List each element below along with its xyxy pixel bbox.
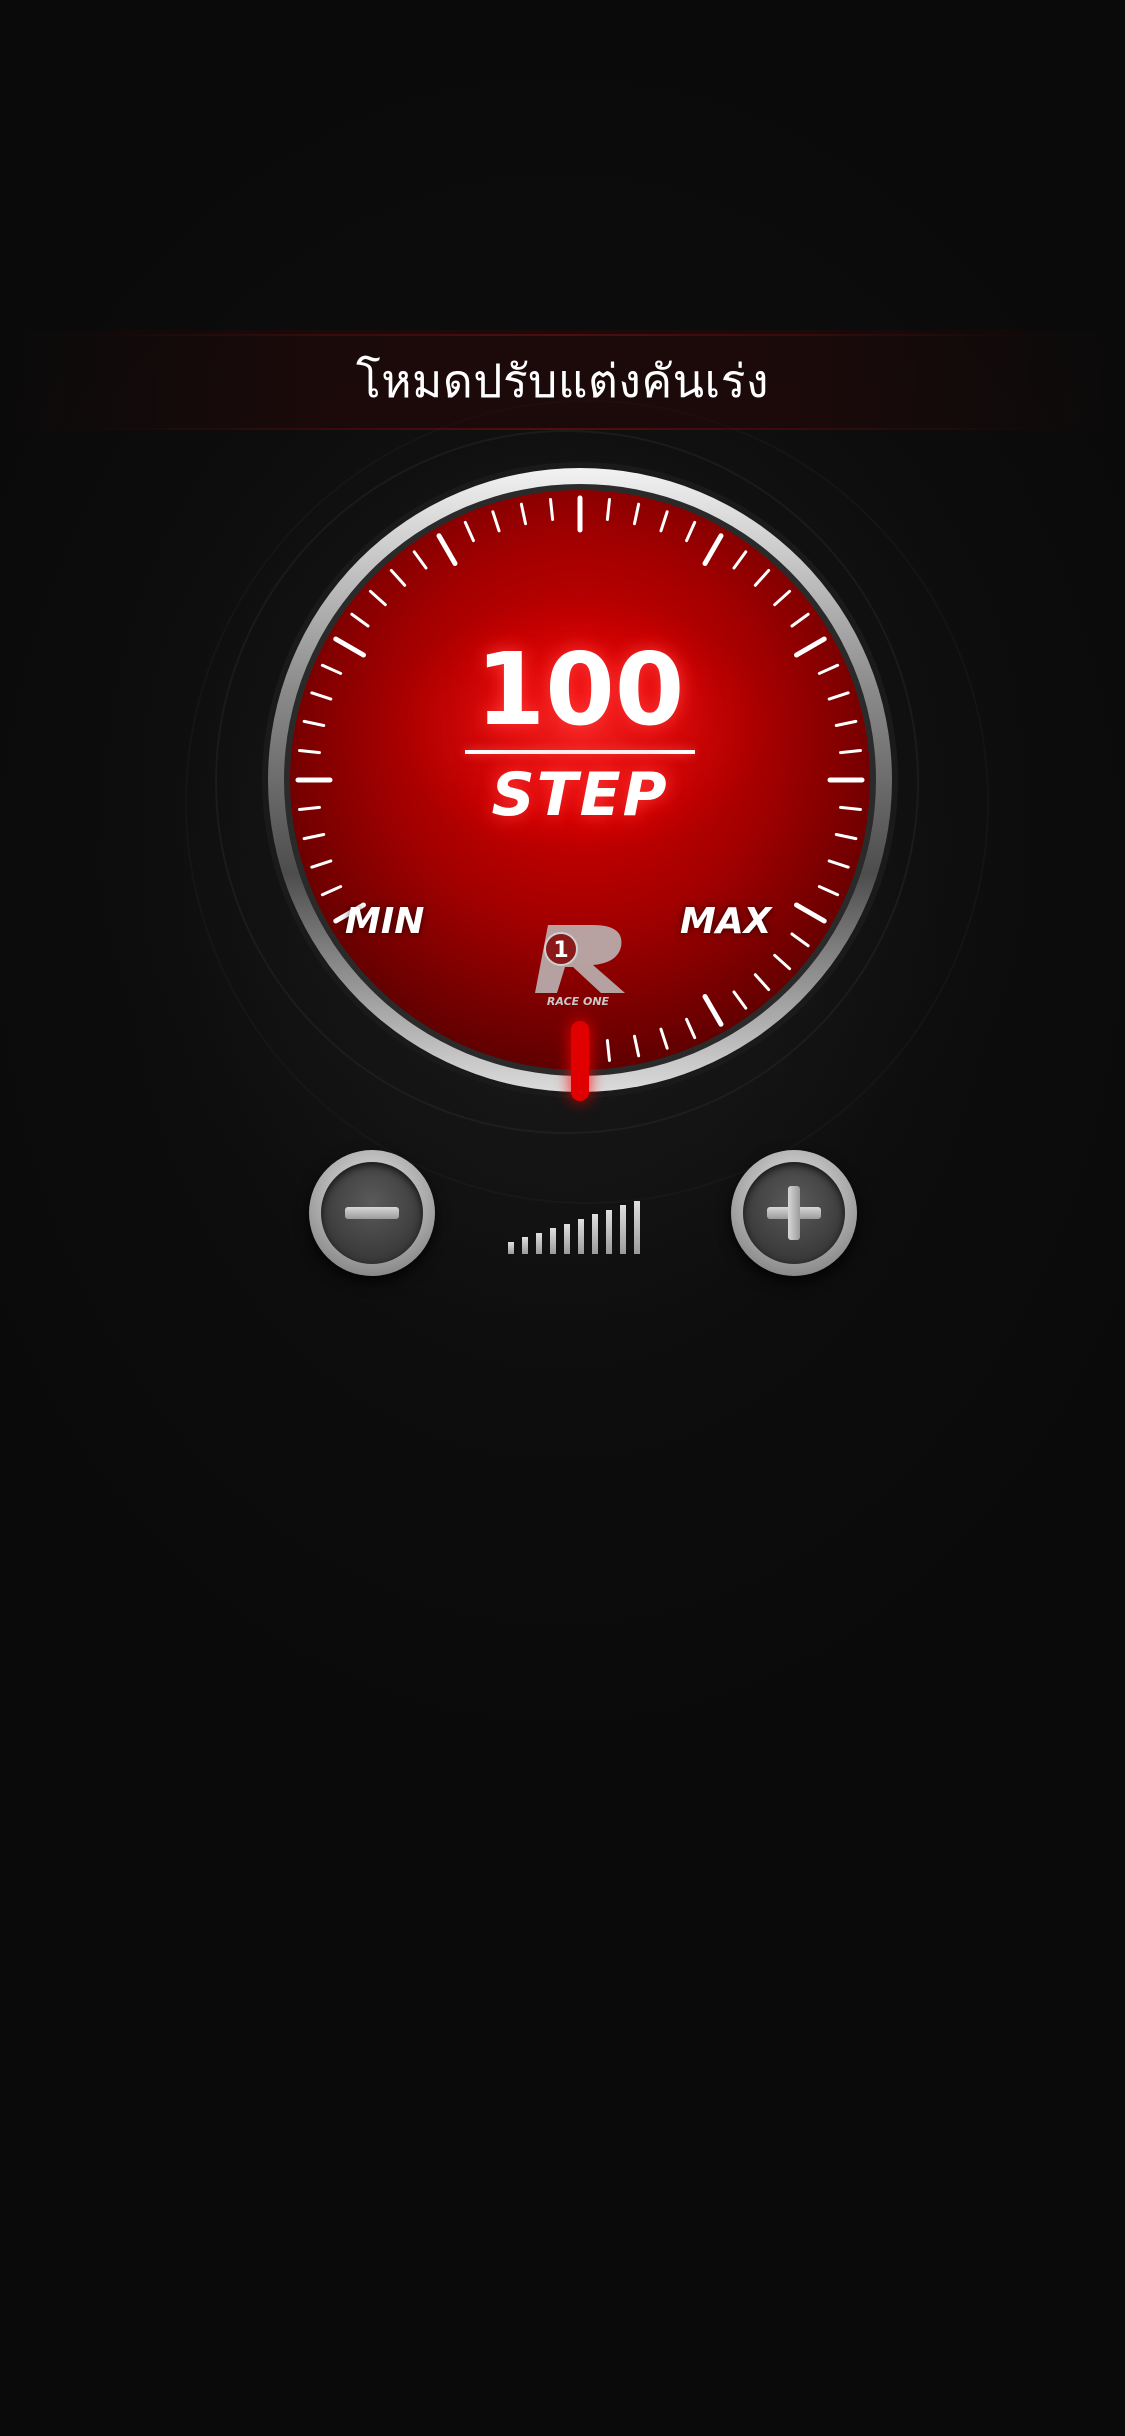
race-one-logo-mark: 1 <box>535 925 625 993</box>
level-bar <box>536 1232 542 1254</box>
header-line-top <box>80 334 1045 336</box>
logo-text: RACE ONE <box>546 995 610 1008</box>
screen: โหมดปรับแต่งคันเร่ง 100 STEP MIN MAX 1 R… <box>0 0 1125 2436</box>
level-bar <box>564 1223 570 1254</box>
background-lower <box>0 1800 1125 2436</box>
signal-level-icon <box>508 1200 648 1254</box>
gauge-divider <box>465 750 695 754</box>
race-one-logo: 1 RACE ONE <box>513 905 643 1015</box>
level-bar <box>634 1200 640 1254</box>
gauge-tick <box>605 1039 611 1062</box>
level-bar <box>522 1237 528 1254</box>
plus-bar-vertical <box>788 1186 800 1240</box>
gauge-unit: STEP <box>491 760 669 830</box>
decrease-button[interactable] <box>309 1150 435 1276</box>
gauge-tick <box>605 498 611 521</box>
level-bar <box>606 1209 612 1254</box>
gauge-max-label: MAX <box>680 901 772 942</box>
gauge-value: 100 <box>475 631 685 748</box>
minus-icon <box>321 1162 423 1264</box>
level-bar <box>550 1228 556 1254</box>
level-bar <box>578 1219 584 1254</box>
plus-icon <box>743 1162 845 1264</box>
header-line-bottom <box>80 428 1045 430</box>
gauge-tick <box>298 749 321 755</box>
logo-numeral: 1 <box>553 938 568 963</box>
page-title: โหมดปรับแต่งคันเร่ง <box>356 354 769 408</box>
minus-bar <box>345 1207 399 1219</box>
throttle-gauge: 100 STEP MIN MAX 1 RACE ONE <box>255 455 905 1105</box>
gauge-tick <box>839 749 862 755</box>
level-bar <box>508 1242 514 1254</box>
gauge-tick <box>549 498 555 521</box>
gauge-min-label: MIN <box>345 901 425 942</box>
level-bar <box>592 1214 598 1254</box>
level-bar <box>620 1205 626 1254</box>
increase-button[interactable] <box>731 1150 857 1276</box>
